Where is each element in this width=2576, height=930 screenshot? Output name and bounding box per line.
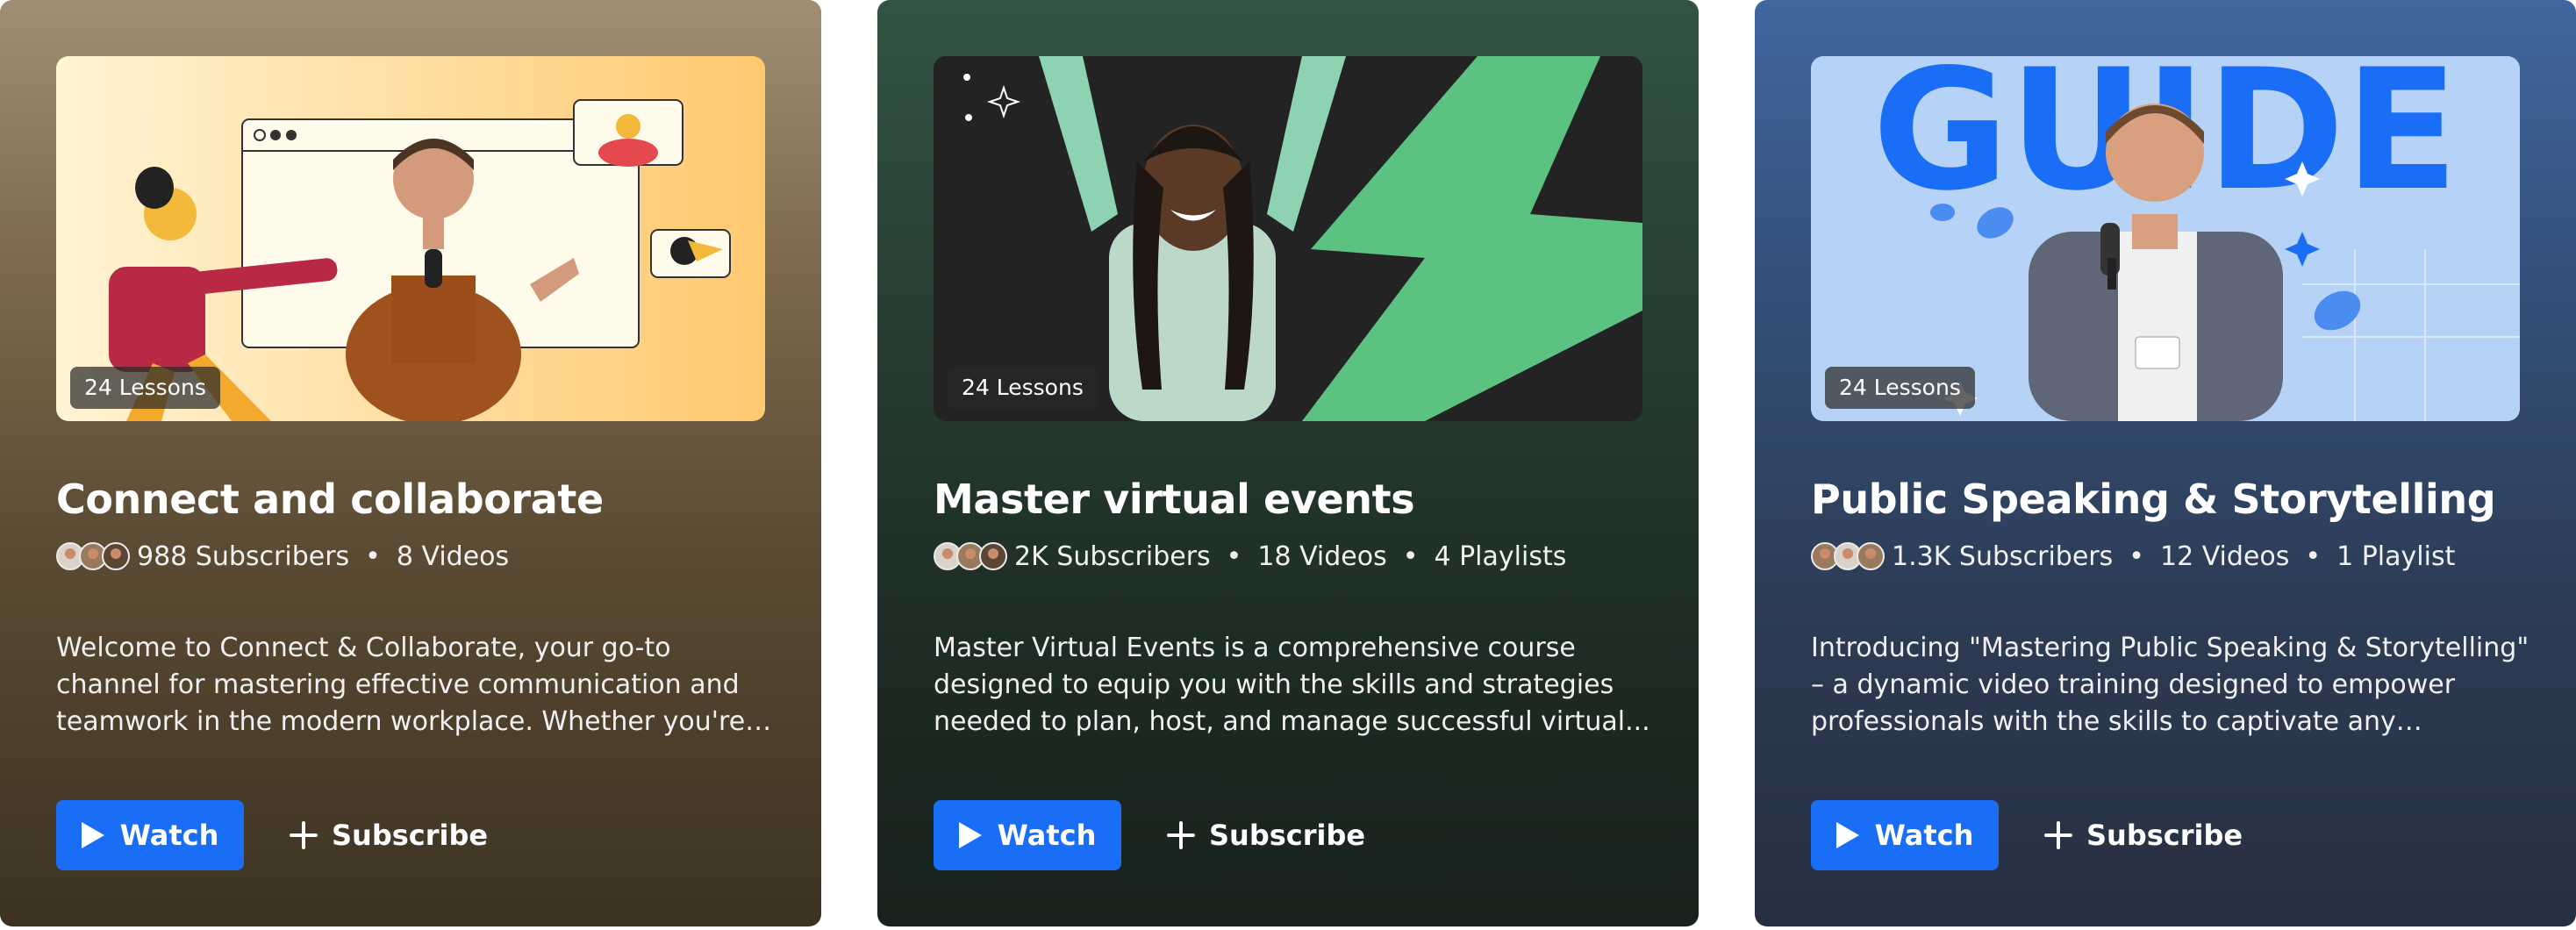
plus-icon — [1167, 821, 1195, 849]
course-description: Introducing "Mastering Public Speaking &… — [1811, 633, 2529, 737]
lessons-badge: 24 Lessons — [948, 367, 1098, 409]
course-meta: 988 Subscribers • 8 Videos — [56, 537, 509, 576]
avatar — [102, 542, 130, 570]
course-title[interactable]: Master virtual events — [934, 476, 1653, 523]
course-description: Master Virtual Events is a comprehensive… — [934, 633, 1650, 737]
watch-button[interactable]: Watch — [1811, 800, 1999, 870]
watch-label: Watch — [1874, 819, 1974, 852]
course-meta: 1.3K Subscribers • 12 Videos • 1 Playlis… — [1811, 537, 2455, 576]
subscribe-button[interactable]: Subscribe — [1167, 800, 1365, 870]
separator: • — [1402, 540, 1419, 572]
separator: • — [1226, 540, 1242, 572]
subscriber-count: 2K Subscribers — [1014, 540, 1211, 572]
avatar — [1857, 542, 1885, 570]
subscribe-button[interactable]: Subscribe — [2044, 800, 2243, 870]
subscribe-button[interactable]: Subscribe — [290, 800, 488, 870]
plus-icon — [2044, 821, 2072, 849]
subscriber-avatars — [56, 542, 130, 570]
course-title[interactable]: Connect and collaborate — [56, 476, 776, 523]
watch-button[interactable]: Watch — [934, 800, 1121, 870]
video-count: 18 Videos — [1257, 540, 1387, 572]
watch-label: Watch — [119, 819, 219, 852]
subscriber-avatars — [934, 542, 1007, 570]
subscribe-label: Subscribe — [1209, 819, 1366, 852]
course-meta: 2K Subscribers • 18 Videos • 4 Playlists — [934, 537, 1566, 576]
lessons-badge: 24 Lessons — [1825, 367, 1975, 409]
video-count: 8 Videos — [396, 540, 510, 572]
course-description: Welcome to Connect & Collaborate, your g… — [56, 633, 770, 737]
play-icon — [81, 822, 104, 848]
course-card-master-virtual-events[interactable]: 24 Lessons Master virtual events 2K Subs… — [877, 0, 1699, 926]
course-card-public-speaking[interactable]: GUIDE 24 Lessons Public Spea — [1755, 0, 2576, 926]
separator: • — [2305, 540, 2322, 572]
playlist-count: 1 Playlist — [2336, 540, 2456, 572]
avatar — [979, 542, 1007, 570]
course-thumbnail[interactable]: 24 Lessons — [934, 56, 1642, 421]
course-thumbnail[interactable]: 24 Lessons — [56, 56, 765, 421]
watch-button[interactable]: Watch — [56, 800, 244, 870]
lessons-badge: 24 Lessons — [70, 367, 220, 409]
plus-icon — [290, 821, 318, 849]
video-count: 12 Videos — [2159, 540, 2290, 572]
course-card-connect-collaborate[interactable]: 24 Lessons Connect and collaborate 988 S… — [0, 0, 821, 926]
playlist-count: 4 Playlists — [1434, 540, 1567, 572]
separator: • — [2129, 540, 2144, 572]
course-title[interactable]: Public Speaking & Storytelling — [1811, 476, 2530, 523]
subscriber-avatars — [1811, 542, 1885, 570]
separator: • — [365, 540, 381, 572]
play-icon — [1835, 822, 1859, 848]
course-thumbnail[interactable]: GUIDE 24 Lessons — [1811, 56, 2520, 421]
play-icon — [958, 822, 982, 848]
subscriber-count: 988 Subscribers — [137, 540, 350, 572]
subscriber-count: 1.3K Subscribers — [1892, 540, 2114, 572]
subscribe-label: Subscribe — [332, 819, 489, 852]
watch-label: Watch — [997, 819, 1097, 852]
subscribe-label: Subscribe — [2086, 819, 2243, 852]
